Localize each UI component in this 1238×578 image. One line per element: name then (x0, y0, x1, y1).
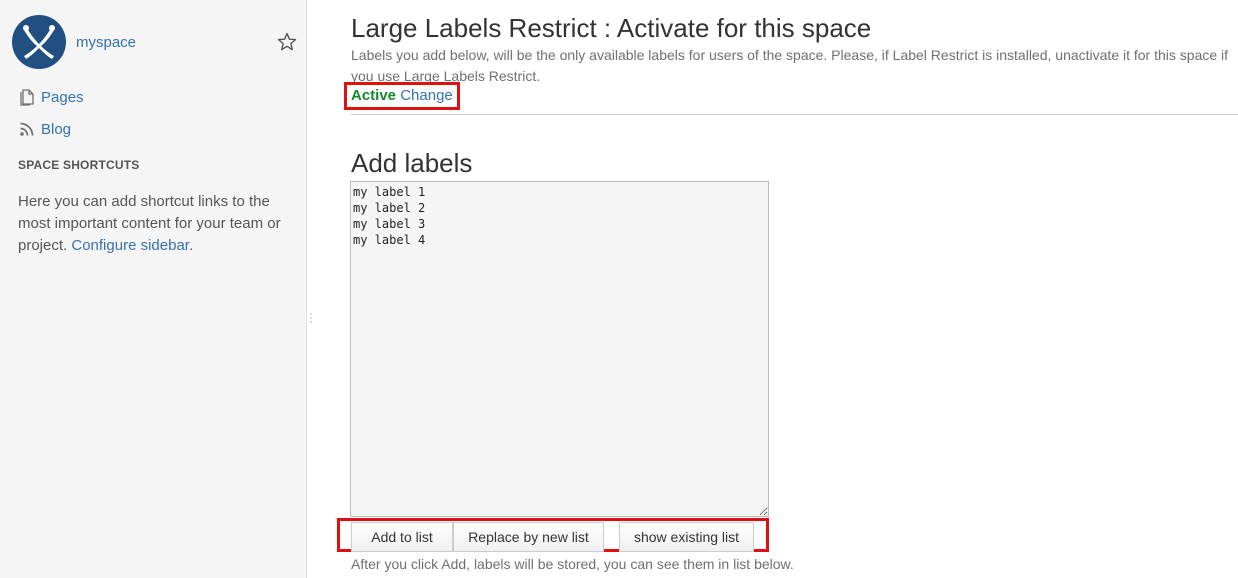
sidebar-item-pages[interactable]: Pages (18, 87, 84, 107)
replace-by-new-list-button[interactable]: Replace by new list (453, 522, 604, 552)
sidebar-resize-handle[interactable]: · · · (309, 307, 313, 327)
add-labels-note: After you click Add, labels will be stor… (351, 556, 794, 572)
sidebar-item-blog[interactable]: Blog (18, 119, 71, 139)
configure-sidebar-link[interactable]: Configure sidebar (71, 237, 189, 254)
star-icon[interactable] (276, 31, 298, 53)
pages-icon (18, 88, 36, 106)
page-description: Labels you add below, will be the only a… (351, 47, 1229, 84)
add-to-list-button[interactable]: Add to list (351, 522, 453, 552)
space-logo[interactable] (12, 15, 66, 69)
rss-icon (18, 120, 36, 138)
change-status-link[interactable]: Change (400, 87, 453, 104)
show-existing-list-button[interactable]: show existing list (619, 522, 754, 552)
sidebar-item-label: Pages (41, 88, 84, 106)
confluence-logo-icon (23, 25, 55, 59)
section-divider (351, 114, 1238, 115)
labels-textarea[interactable]: my label 1 my label 2 my label 3 my labe… (350, 181, 769, 517)
add-labels-heading: Add labels (351, 148, 473, 178)
shortcuts-help-trailing: . (188, 237, 194, 254)
space-name-link[interactable]: myspace (76, 34, 136, 51)
status-active-text: Active (351, 87, 397, 104)
space-shortcuts-help: Here you can add shortcut links to the m… (18, 191, 288, 257)
page-title: Large Labels Restrict : Activate for thi… (351, 13, 872, 43)
activation-status: Active Change (351, 87, 453, 104)
space-header: myspace (12, 15, 302, 69)
sidebar-item-label: Blog (41, 120, 72, 138)
space-shortcuts-heading: SPACE SHORTCUTS (18, 158, 140, 172)
sidebar: myspace Pages Blog SPACE SHORTCUTS Here … (0, 0, 307, 578)
